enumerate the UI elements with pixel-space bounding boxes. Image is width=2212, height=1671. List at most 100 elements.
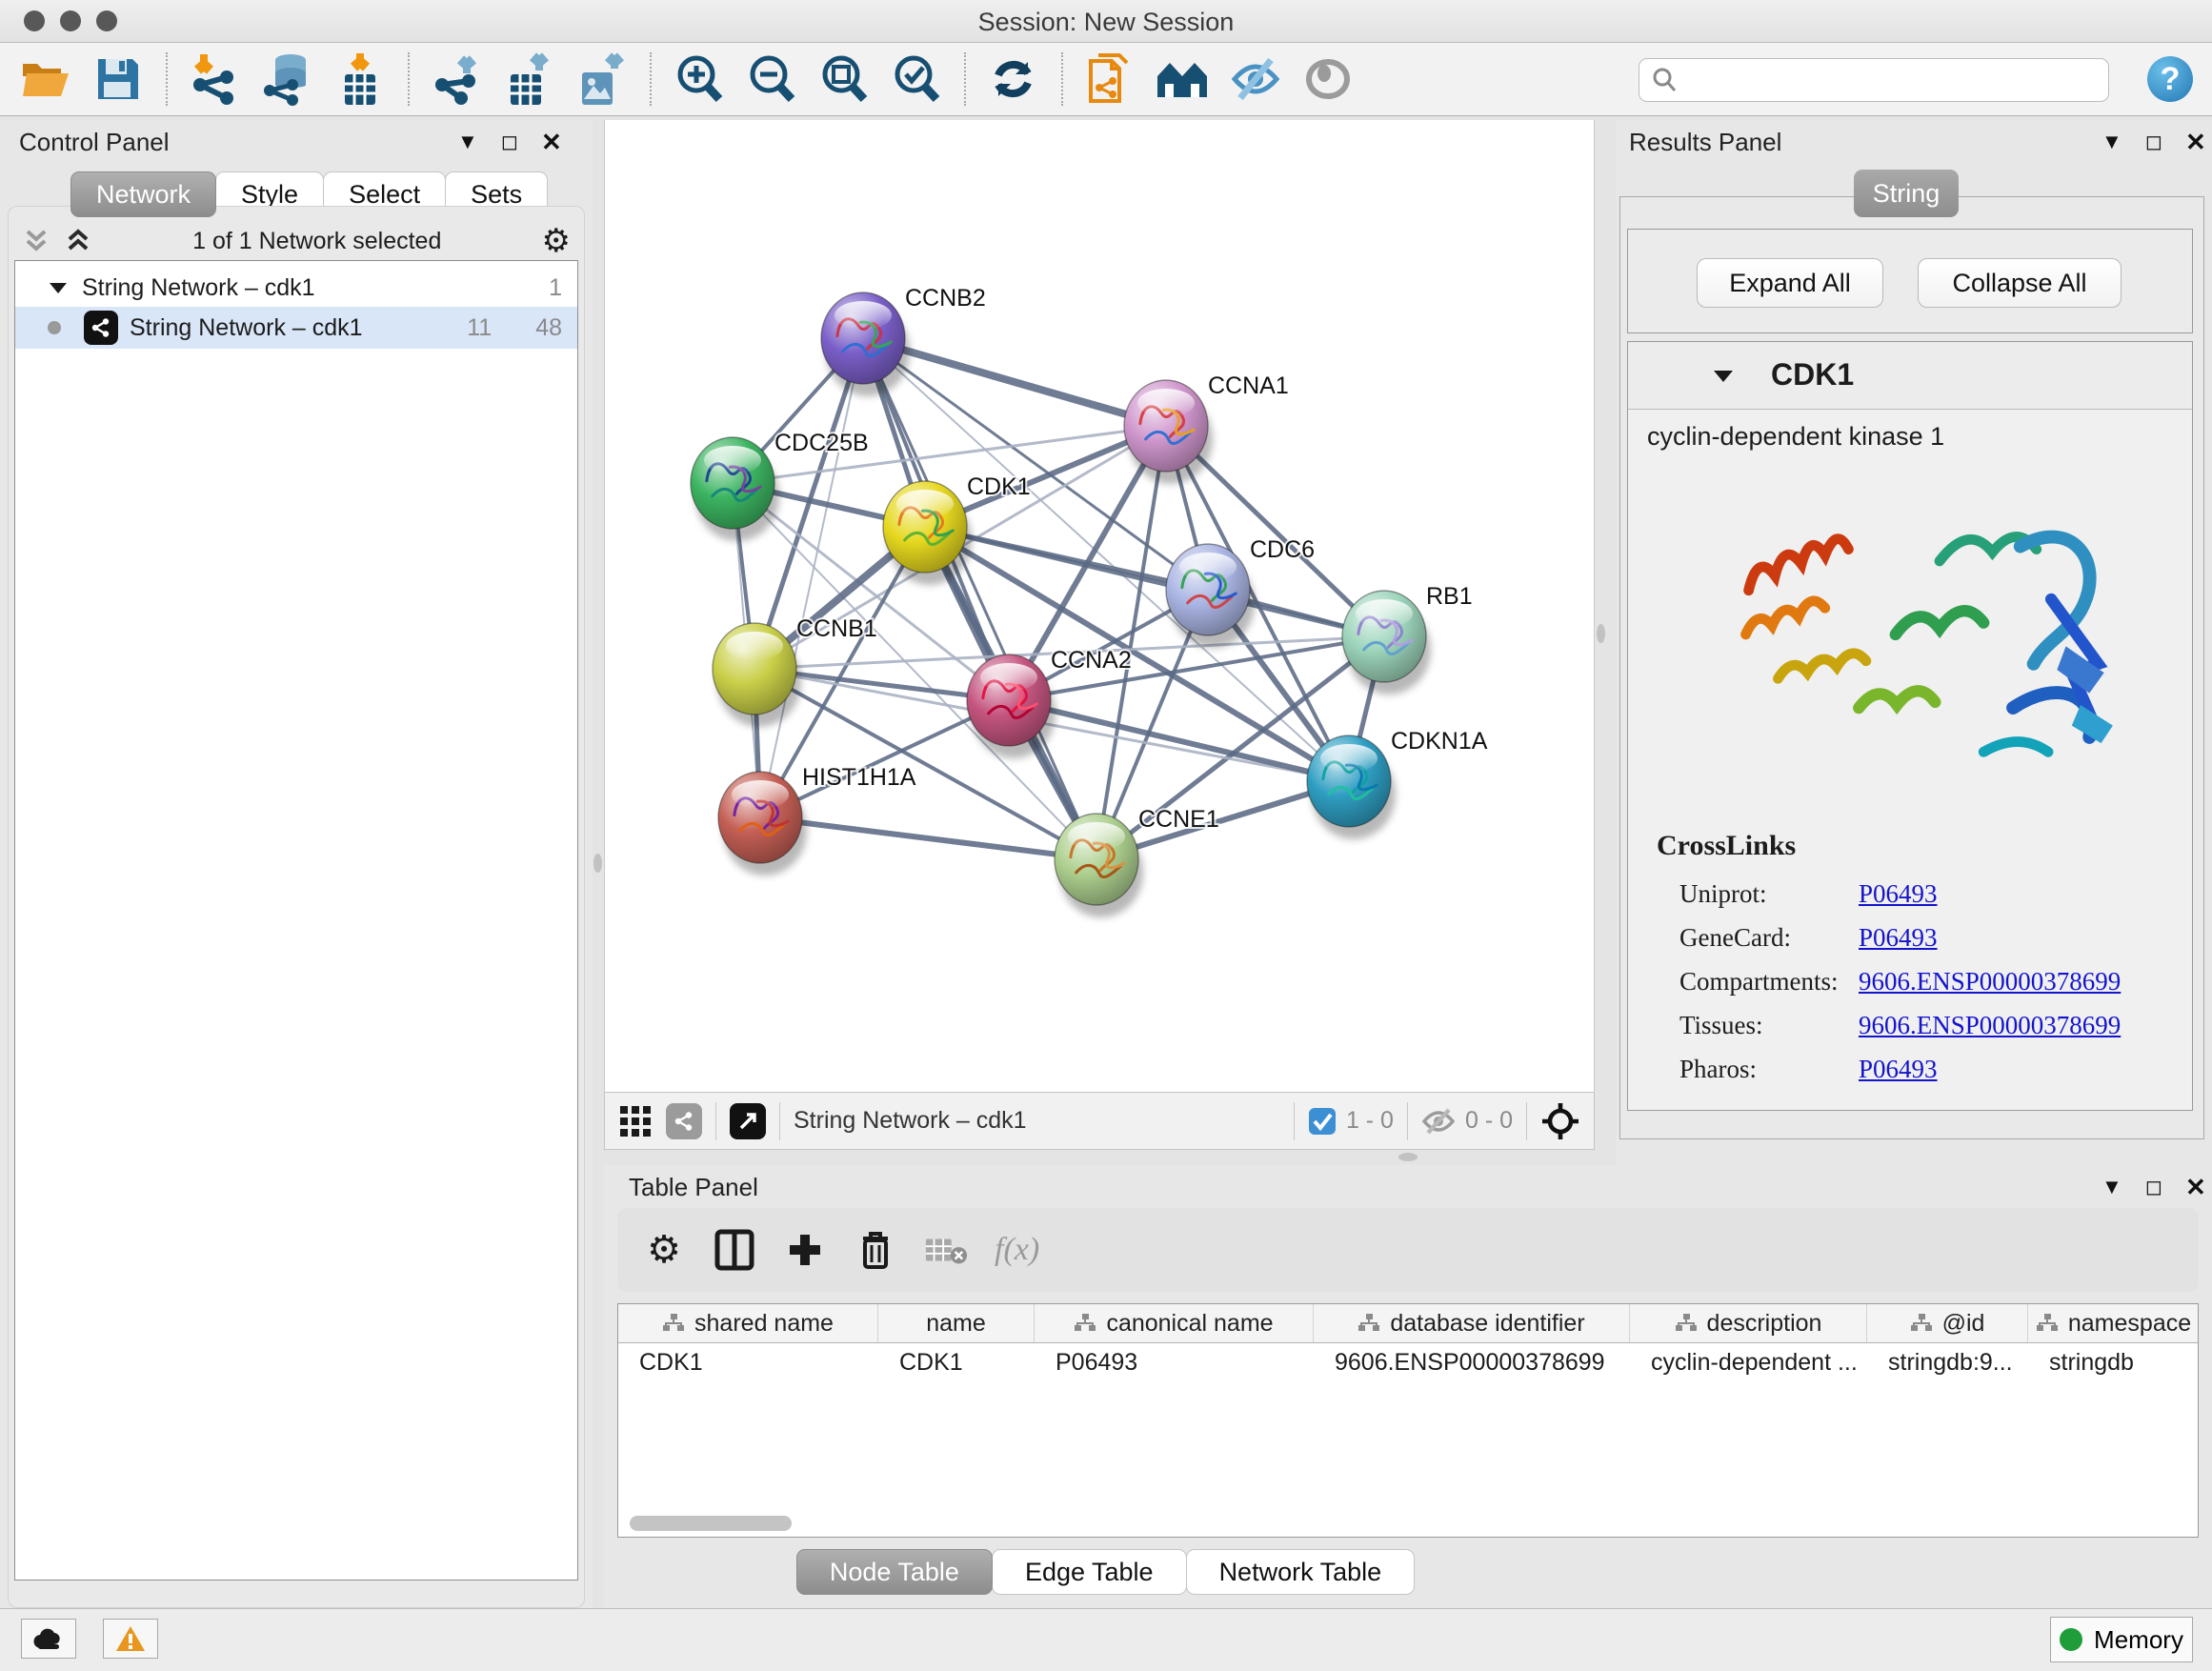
table-hscrollbar-thumb[interactable] — [630, 1516, 792, 1531]
collapse-all-button[interactable]: Collapse All — [1918, 258, 2122, 308]
crosslink-label: GeneCard: — [1679, 923, 1859, 953]
panel-close-icon[interactable]: ✕ — [2185, 130, 2206, 154]
network-node-CCNE1[interactable]: CCNE1 — [1055, 806, 1219, 917]
refresh-button[interactable] — [983, 49, 1044, 110]
selected-nodes-checkbox-icon[interactable] — [1308, 1107, 1337, 1136]
column-header-shared-name[interactable]: shared name — [618, 1304, 878, 1342]
export-network-button[interactable] — [427, 49, 488, 110]
grid-view-icon[interactable] — [618, 1104, 653, 1138]
table-options-gear-icon[interactable]: ⚙ — [636, 1222, 692, 1278]
expand-all-button[interactable]: Expand All — [1697, 258, 1883, 308]
network-node-CDC6[interactable]: CDC6 — [1166, 536, 1315, 648]
expand-all-networks-icon[interactable] — [64, 229, 92, 253]
column-header-database-identifier[interactable]: database identifier — [1314, 1304, 1630, 1342]
column-label: description — [1707, 1310, 1822, 1338]
hide-unhide-button[interactable] — [1225, 49, 1286, 110]
table-cell[interactable]: CDK1 — [618, 1343, 878, 1381]
panel-menu-icon[interactable]: ▼ — [2101, 1177, 2122, 1198]
string-network-graph[interactable]: CCNB2CCNA1CDC25BCDK1CDC6RB1CCNB1CCNA2CDK… — [605, 120, 1594, 1092]
birds-eye-view-icon[interactable] — [1540, 1101, 1580, 1141]
panel-close-icon[interactable]: ✕ — [2185, 1175, 2206, 1199]
show-all-button[interactable] — [1297, 49, 1358, 110]
horizontal-splitter-handle[interactable] — [1398, 1153, 1418, 1161]
node-label-CDK1: CDK1 — [967, 473, 1031, 500]
toolbar-separator — [650, 52, 652, 106]
table-cell[interactable]: 9606.ENSP00000378699 — [1314, 1343, 1630, 1381]
panel-menu-icon[interactable]: ▼ — [457, 131, 478, 152]
add-column-icon[interactable] — [777, 1222, 833, 1278]
network-node-CDKN1A[interactable]: CDKN1A — [1307, 728, 1488, 839]
crosslink-link-compartments[interactable]: 9606.ENSP00000378699 — [1859, 967, 2121, 997]
edge-HIST1H1A-CCNE1[interactable] — [760, 817, 1096, 859]
collection-expander-icon[interactable] — [48, 280, 69, 295]
right-splitter-handle[interactable] — [1597, 624, 1605, 643]
memory-button[interactable]: Memory — [2050, 1617, 2193, 1662]
table-cell[interactable]: stringdb:9... — [1867, 1343, 2028, 1381]
column-header-name[interactable]: name — [878, 1304, 1035, 1342]
panel-float-icon[interactable]: ◻ — [2145, 1177, 2162, 1198]
crosslink-link-uniprot[interactable]: P06493 — [1859, 879, 1938, 909]
show-columns-icon[interactable] — [707, 1222, 762, 1278]
string-view-icon[interactable] — [666, 1103, 702, 1139]
tab-node-table[interactable]: Node Table — [796, 1549, 993, 1595]
network-node-RB1[interactable]: RB1 — [1342, 583, 1473, 695]
column-header-canonical-name[interactable]: canonical name — [1035, 1304, 1314, 1342]
import-database-button[interactable] — [257, 49, 318, 110]
network-options-gear-icon[interactable]: ⚙ — [542, 225, 571, 257]
panel-menu-icon[interactable]: ▼ — [2101, 131, 2122, 152]
hidden-items-eye-icon[interactable] — [1421, 1108, 1456, 1135]
zoom-in-button[interactable] — [669, 49, 730, 110]
network-row-selected[interactable]: String Network – cdk1 11 48 — [15, 307, 577, 349]
crosslink-link-tissues[interactable]: 9606.ENSP00000378699 — [1859, 1011, 2121, 1040]
table-cell[interactable]: stringdb — [2028, 1343, 2199, 1381]
function-builder-icon[interactable]: f(x) — [995, 1232, 1039, 1268]
import-network-button[interactable] — [185, 49, 246, 110]
left-splitter-handle[interactable] — [593, 854, 602, 873]
column-header-namespace[interactable]: namespace — [2028, 1304, 2199, 1342]
network-view-canvas[interactable]: CCNB2CCNA1CDC25BCDK1CDC6RB1CCNB1CCNA2CDK… — [604, 120, 1595, 1092]
export-table-button[interactable] — [499, 49, 560, 110]
export-image-button[interactable] — [572, 49, 633, 110]
zoom-out-button[interactable] — [741, 49, 802, 110]
stringify-network-button[interactable] — [1080, 49, 1141, 110]
panel-float-icon[interactable]: ◻ — [2145, 131, 2162, 152]
open-session-button[interactable] — [15, 49, 76, 110]
table-cell[interactable]: cyclin-dependent ... — [1630, 1343, 1867, 1381]
delete-table-icon[interactable] — [918, 1222, 974, 1278]
tab-edge-table[interactable]: Edge Table — [992, 1549, 1187, 1595]
tab-network-table[interactable]: Network Table — [1186, 1549, 1416, 1595]
results-tab-string[interactable]: String — [1854, 170, 1959, 217]
column-header-description[interactable]: description — [1630, 1304, 1867, 1342]
cloud-button[interactable] — [21, 1619, 76, 1659]
zoom-selected-button[interactable] — [886, 49, 947, 110]
crosslink-link-pharos[interactable]: P06493 — [1859, 1055, 1938, 1084]
search-input[interactable] — [1685, 66, 2101, 94]
panel-float-icon[interactable]: ◻ — [501, 131, 518, 152]
network-node-HIST1H1A[interactable]: HIST1H1A — [718, 764, 916, 876]
save-session-button[interactable] — [88, 49, 149, 110]
table-cell[interactable]: CDK1 — [878, 1343, 1035, 1381]
panel-close-icon[interactable]: ✕ — [541, 130, 562, 154]
column-header--id[interactable]: @id — [1867, 1304, 2028, 1342]
zoom-fit-button[interactable] — [814, 49, 875, 110]
crosslink-link-genecard[interactable]: P06493 — [1859, 923, 1938, 953]
edge-CCNB2-HIST1H1A[interactable] — [760, 338, 863, 817]
home-networks-button[interactable] — [1153, 49, 1214, 110]
network-node-CDC25B[interactable]: CDC25B — [691, 430, 869, 541]
section-expander-icon[interactable] — [1712, 368, 1735, 384]
gene-section-header[interactable]: CDK1 — [1628, 342, 2192, 410]
warning-button[interactable] — [103, 1619, 158, 1659]
network-node-CDK1[interactable]: CDK1 — [883, 473, 1031, 585]
node-label-RB1: RB1 — [1426, 583, 1473, 610]
string-network-icon — [84, 311, 118, 345]
tab-network[interactable]: Network — [70, 171, 216, 217]
network-collection-row[interactable]: String Network – cdk1 1 — [15, 267, 577, 309]
import-table-button[interactable] — [330, 49, 391, 110]
table-cell[interactable]: P06493 — [1035, 1343, 1314, 1381]
network-node-CCNB2[interactable]: CCNB2 — [821, 285, 986, 396]
help-button[interactable]: ? — [2147, 56, 2193, 102]
network-node-CCNA2[interactable]: CCNA2 — [967, 647, 1132, 758]
delete-column-trash-icon[interactable] — [848, 1222, 903, 1278]
collapse-all-networks-icon[interactable] — [22, 229, 50, 253]
open-in-window-icon[interactable] — [730, 1103, 766, 1139]
